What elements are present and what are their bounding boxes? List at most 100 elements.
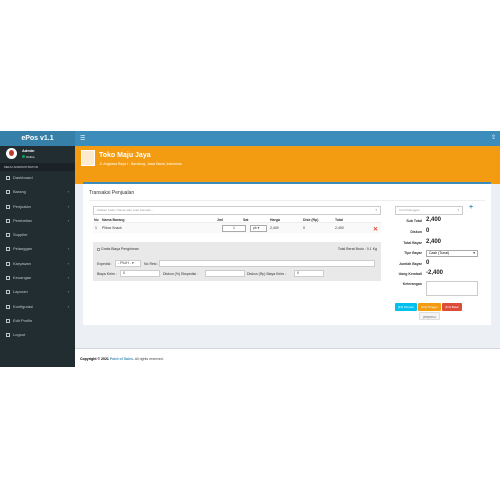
sidebar-menu: Dashboard Barang ‹ Penjualan ‹ Pembelian ‹ Supp… bbox=[0, 171, 75, 343]
jumlah-bayar-label: Jumlah Bayar bbox=[399, 262, 422, 266]
col-price: Harga bbox=[270, 218, 280, 222]
diskon-pct-input[interactable] bbox=[205, 270, 245, 277]
expedisi-label: Expedisi : bbox=[97, 262, 113, 266]
add-customer-icon[interactable]: + bbox=[469, 204, 473, 211]
diskon-value: 0 bbox=[426, 228, 430, 234]
users-icon bbox=[6, 247, 10, 252]
print-button[interactable]: [F5] Print bbox=[419, 312, 440, 320]
simpan-button[interactable]: [F2] Simpan bbox=[395, 303, 417, 311]
unit-value: pk bbox=[253, 226, 257, 230]
sub-total-value: 2,400 bbox=[426, 217, 442, 223]
avatar bbox=[6, 148, 17, 159]
total-bayar-label: Total Bayar bbox=[403, 241, 422, 245]
biaya-kirim-input[interactable]: 0 bbox=[120, 270, 160, 277]
sidebar-item-barang[interactable]: Barang ‹ bbox=[0, 185, 75, 199]
sidebar-item-pelanggan[interactable]: Pelanggan ‹ bbox=[0, 242, 75, 256]
sidebar-item-laporan[interactable]: Laporan ‹ bbox=[0, 285, 75, 299]
online-dot-icon bbox=[22, 155, 25, 158]
share-icon[interactable]: ⇪ bbox=[491, 134, 496, 141]
qty-input[interactable]: 1 bbox=[222, 225, 246, 232]
batal-button[interactable]: [F4] Batal bbox=[442, 303, 462, 311]
app-brand[interactable]: ePos v1.1 bbox=[0, 131, 75, 146]
diskon-rp-input[interactable]: 0 bbox=[294, 270, 324, 277]
col-qty: Jml bbox=[217, 218, 224, 222]
keterangan-textarea[interactable] bbox=[426, 281, 478, 296]
chevron-down-icon: ▾ bbox=[457, 208, 459, 212]
user-status: Online bbox=[22, 155, 35, 159]
cart-table: No Nama Barang Jml Sat Harga Disk (Rp) T… bbox=[93, 217, 381, 233]
sidebar-item-label: Keuangan bbox=[13, 275, 32, 281]
report-icon bbox=[6, 290, 10, 295]
col-total: Total bbox=[335, 218, 344, 222]
tipe-bayar-value: Cash (Tunai) bbox=[429, 251, 450, 255]
sidebar-item-label: Konfigurasi bbox=[13, 303, 34, 309]
sidebar-item-logout[interactable]: Logout bbox=[0, 328, 75, 342]
noresi-input[interactable] bbox=[159, 260, 375, 267]
sidebar-item-keuangan[interactable]: Keuangan ‹ bbox=[0, 271, 75, 285]
sidebar-item-pembelian[interactable]: Pembelian ‹ bbox=[0, 214, 75, 228]
product-search-input[interactable]: Ketikan Kode / Nama atau scan barcode...… bbox=[93, 206, 381, 215]
gear-icon bbox=[6, 304, 10, 309]
store-address: Jl. Angkasa Raya I - Bandung, Jawa Barat… bbox=[99, 162, 182, 166]
sidebar-item-karyawan[interactable]: Karyawan ‹ bbox=[0, 257, 75, 271]
tipe-bayar-select[interactable]: Cash (Tunai) ▾ bbox=[426, 250, 478, 257]
employee-icon bbox=[6, 261, 10, 266]
footer-link[interactable]: Point of Sales. bbox=[110, 357, 134, 361]
noresi-label: No Resi : bbox=[144, 262, 159, 266]
unit-select[interactable]: pk ▾ bbox=[250, 225, 267, 232]
sidebar-item-konfigurasi[interactable]: Konfigurasi ‹ bbox=[0, 300, 75, 314]
store-name: Toko Maju Jaya bbox=[99, 152, 151, 159]
uang-kembali-value: -2,400 bbox=[426, 270, 444, 276]
sidebar-item-label: Edit Profile bbox=[13, 317, 33, 323]
chevron-left-icon: ‹ bbox=[67, 246, 69, 252]
row-disc: 0 bbox=[303, 226, 305, 230]
chevron-left-icon: ‹ bbox=[67, 203, 69, 209]
delete-icon[interactable]: ✕ bbox=[373, 226, 378, 233]
sidebar-item-label: Supplier bbox=[13, 232, 28, 238]
sidebar-item-supplier[interactable]: Supplier bbox=[0, 228, 75, 242]
chevron-left-icon: ‹ bbox=[67, 260, 69, 266]
keterangan-label: Keterangan bbox=[402, 282, 422, 286]
free-shipping-checkbox[interactable]: Gratis Biaya Pengiriman bbox=[97, 247, 139, 251]
col-name: Nama Barang bbox=[102, 218, 125, 222]
store-header: Toko Maju Jaya Jl. Angkasa Raya I - Band… bbox=[75, 146, 500, 184]
sidebar-item-penjualan[interactable]: Penjualan ‹ bbox=[0, 200, 75, 214]
top-navbar: ☰ ⇪ bbox=[75, 131, 500, 146]
sidebar-item-label: Logout bbox=[13, 332, 26, 338]
expedisi-value: - PILIH - bbox=[118, 261, 132, 265]
row-no: 1 bbox=[95, 226, 97, 230]
jumlah-bayar-input[interactable]: 0 bbox=[426, 260, 478, 266]
chevron-left-icon: ‹ bbox=[67, 189, 69, 195]
sidebar-item-dashboard[interactable]: Dashboard bbox=[0, 171, 75, 185]
uang-kembali-label: Uang Kembali bbox=[398, 272, 422, 276]
search-placeholder: Ketikan Kode / Nama atau scan barcode... bbox=[97, 208, 154, 212]
checkbox-icon bbox=[97, 247, 100, 251]
footer: Copyright © 2021 Point of Sales. All rig… bbox=[75, 348, 500, 367]
diskon-rp-label: Diskon (Rp) Biaya Kirim : bbox=[247, 272, 287, 276]
table-row: 1 Pillow Snack 1 pk ▾ 2,400 0 2,400 ✕ bbox=[93, 223, 381, 233]
sidebar-item-label: Pembelian bbox=[13, 217, 32, 223]
divider bbox=[89, 200, 485, 201]
chevron-left-icon: ‹ bbox=[67, 289, 69, 295]
cart-icon bbox=[6, 204, 10, 209]
customer-placeholder: Cari Pelanggan bbox=[399, 208, 420, 212]
hamburger-icon[interactable]: ☰ bbox=[80, 135, 85, 142]
tunggu-button[interactable]: [F3] Tunggu bbox=[418, 303, 441, 311]
menu-header: MENU ADMINISTRATOR bbox=[0, 163, 75, 171]
shipping-panel: Gratis Biaya Pengiriman Total Berat Brut… bbox=[93, 242, 381, 281]
money-icon bbox=[6, 276, 10, 281]
supplier-icon bbox=[6, 233, 10, 238]
chevron-down-icon: ▾ bbox=[375, 208, 377, 212]
footer-rights: All rights reserved. bbox=[134, 357, 164, 361]
sidebar-item-edit-profile[interactable]: Edit Profile bbox=[0, 314, 75, 328]
free-shipping-label: Gratis Biaya Pengiriman bbox=[101, 247, 139, 251]
box-icon bbox=[6, 190, 10, 195]
sidebar-item-label: Penjualan bbox=[13, 203, 31, 209]
sidebar-item-label: Karyawan bbox=[13, 260, 31, 266]
expedisi-select[interactable]: - PILIH - ▾ bbox=[115, 260, 141, 267]
row-name: Pillow Snack bbox=[102, 226, 122, 230]
sidebar-item-label: Laporan bbox=[13, 289, 28, 295]
truck-icon bbox=[6, 218, 10, 223]
biaya-kirim-label: Biaya Kirim : bbox=[97, 272, 117, 276]
customer-search-input[interactable]: Cari Pelanggan ▾ bbox=[395, 206, 463, 215]
